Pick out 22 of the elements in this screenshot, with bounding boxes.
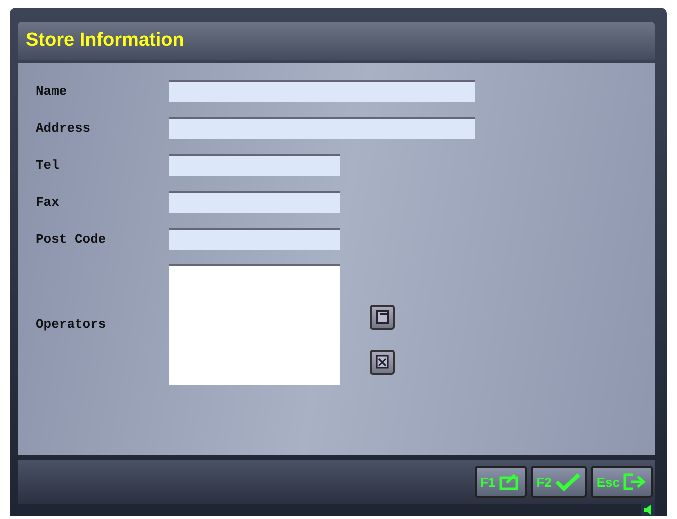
exit-icon bbox=[623, 473, 647, 491]
field-label: Post Code bbox=[36, 232, 108, 246]
notepad-icon bbox=[498, 473, 521, 491]
field-label: Address bbox=[36, 120, 92, 136]
field-label: Name bbox=[36, 84, 68, 98]
input-field[interactable] bbox=[169, 191, 340, 213]
field-label: Tel bbox=[36, 158, 60, 172]
function-key-button[interactable]: Esc bbox=[590, 466, 653, 498]
input-field[interactable] bbox=[169, 80, 475, 102]
delete-icon bbox=[376, 355, 389, 369]
input-field[interactable] bbox=[169, 117, 475, 139]
input-field[interactable] bbox=[169, 154, 340, 176]
delete-button[interactable] bbox=[370, 350, 395, 374]
function-key-button[interactable]: F2 bbox=[530, 466, 587, 498]
window-title: Store Information bbox=[26, 30, 184, 52]
field-label: Fax bbox=[36, 194, 60, 210]
check-icon bbox=[554, 473, 581, 491]
field-label: Operators bbox=[36, 317, 108, 332]
function-key-button[interactable]: F1 bbox=[474, 466, 527, 498]
input-field[interactable] bbox=[169, 228, 340, 250]
add-button[interactable] bbox=[370, 304, 395, 330]
speaker-icon bbox=[641, 504, 655, 516]
